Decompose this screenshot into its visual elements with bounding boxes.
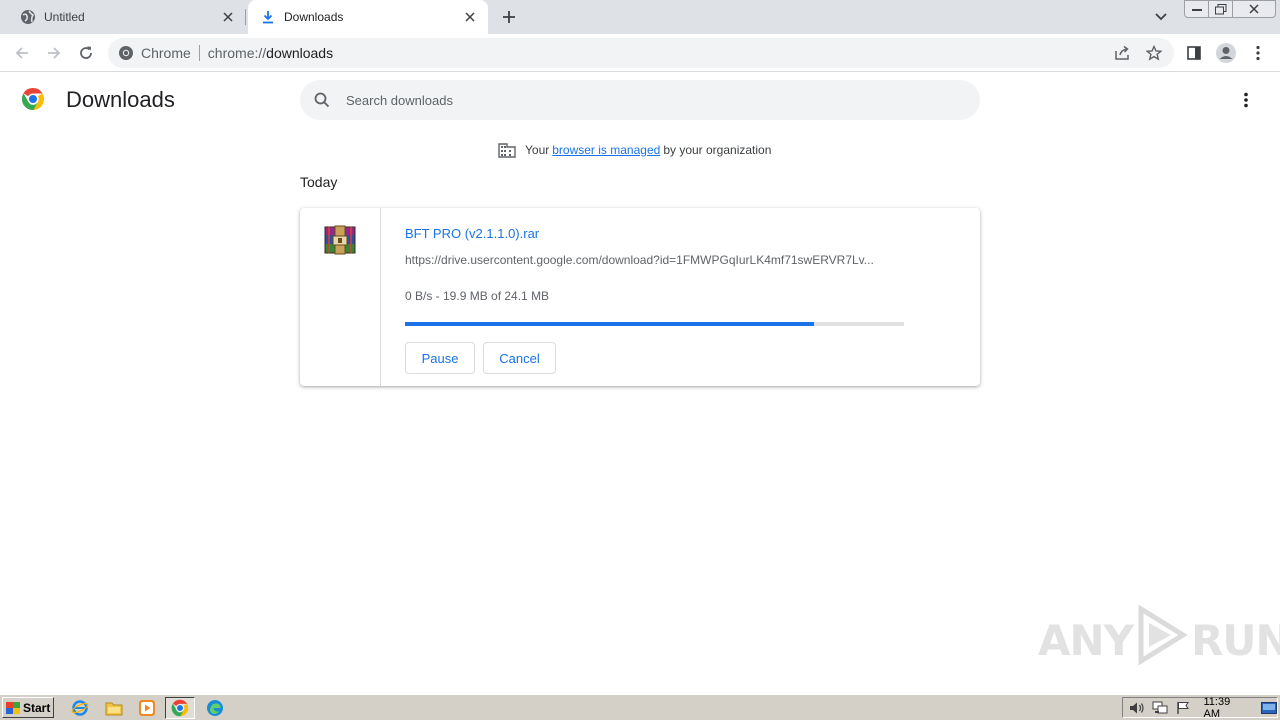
date-section-header: Today — [300, 174, 338, 190]
managed-suffix: by your organization — [663, 143, 772, 157]
cancel-button[interactable]: Cancel — [483, 342, 556, 374]
bookmark-star-icon[interactable] — [1144, 43, 1164, 63]
watermark-right-text: RUN — [1191, 615, 1280, 665]
chrome-logo-icon — [21, 87, 45, 111]
side-panel-icon[interactable] — [1182, 41, 1206, 65]
search-icon — [314, 92, 330, 108]
page-more-actions-icon[interactable] — [1236, 90, 1256, 110]
volume-icon[interactable] — [1129, 700, 1146, 716]
site-chip-label: Chrome — [141, 45, 191, 61]
watermark-left-text: ANY — [1038, 615, 1134, 665]
close-tab-icon[interactable] — [220, 9, 236, 25]
omnibox-divider — [198, 45, 200, 61]
start-button[interactable]: Start — [2, 697, 54, 718]
tab-downloads[interactable]: Downloads — [248, 0, 488, 34]
back-arrow-icon[interactable] — [10, 41, 34, 65]
system-tray: 11:39 AM — [1122, 696, 1278, 720]
download-status-text: 0 B/s - 19.9 MB of 24.1 MB — [405, 289, 550, 303]
managed-prefix: Your — [525, 143, 550, 157]
tab-title: Untitled — [44, 10, 85, 24]
file-icon-column — [300, 208, 381, 386]
tab-title: Downloads — [284, 10, 344, 24]
windows-flag-icon — [6, 701, 20, 714]
building-icon — [498, 141, 516, 159]
anyrun-watermark: ANY RUN — [1038, 604, 1280, 675]
browser-managed-link[interactable]: browser is managed — [552, 143, 660, 157]
toolbar: Chrome chrome://downloads — [0, 34, 1280, 72]
url-text: chrome://downloads — [208, 45, 333, 61]
download-item-card: BFT PRO (v2.1.1.0).rar https://drive.use… — [300, 208, 980, 386]
forward-arrow-icon[interactable] — [42, 41, 66, 65]
taskbar-chrome-icon[interactable] — [165, 697, 195, 719]
close-tab-icon[interactable] — [462, 9, 478, 25]
address-bar[interactable]: Chrome chrome://downloads — [108, 38, 1174, 68]
search-input[interactable] — [346, 92, 946, 108]
file-explorer-icon[interactable] — [104, 698, 124, 718]
taskbar-clock[interactable]: 11:39 AM — [1203, 696, 1246, 720]
url-scheme: chrome:// — [207, 45, 267, 61]
download-file-name-link[interactable]: BFT PRO (v2.1.1.0).rar — [405, 226, 539, 241]
reload-icon[interactable] — [74, 41, 98, 65]
close-window-button[interactable] — [1232, 0, 1276, 18]
tab-strip: Untitled Downloads — [0, 0, 1280, 34]
network-icon[interactable] — [1152, 700, 1169, 716]
edge-icon[interactable] — [205, 698, 225, 718]
media-player-icon[interactable] — [137, 698, 157, 718]
show-desktop-icon[interactable] — [1260, 700, 1277, 716]
restore-button[interactable] — [1208, 0, 1234, 18]
chrome-menu-icon[interactable] — [1246, 41, 1270, 65]
new-tab-button[interactable] — [497, 5, 521, 29]
pause-button[interactable]: Pause — [405, 342, 475, 374]
download-icon — [260, 9, 276, 25]
url-host: downloads — [266, 45, 334, 61]
action-center-flag-icon[interactable] — [1175, 700, 1192, 716]
minimize-button[interactable] — [1184, 0, 1210, 18]
download-progress-bar — [405, 322, 904, 326]
download-progress-fill — [405, 322, 815, 326]
windows-taskbar: Start 11:39 AM — [0, 694, 1280, 720]
share-icon[interactable] — [1112, 43, 1132, 63]
page-title: Downloads — [66, 87, 175, 112]
play-triangle-icon — [1135, 604, 1189, 675]
tab-search-chevron-icon[interactable] — [1150, 7, 1172, 27]
internet-explorer-icon[interactable] — [70, 698, 90, 718]
download-source-url: https://drive.usercontent.google.com/dow… — [405, 253, 874, 267]
profile-avatar-icon[interactable] — [1214, 41, 1238, 65]
search-downloads-bar[interactable] — [300, 80, 980, 120]
tab-untitled[interactable]: Untitled — [0, 0, 246, 34]
managed-notice: Your browser is managed by your organiza… — [498, 141, 771, 159]
globe-icon — [20, 9, 36, 25]
start-label: Start — [23, 700, 51, 715]
chrome-site-icon[interactable] — [118, 45, 134, 61]
winrar-archive-icon[interactable] — [323, 224, 357, 256]
